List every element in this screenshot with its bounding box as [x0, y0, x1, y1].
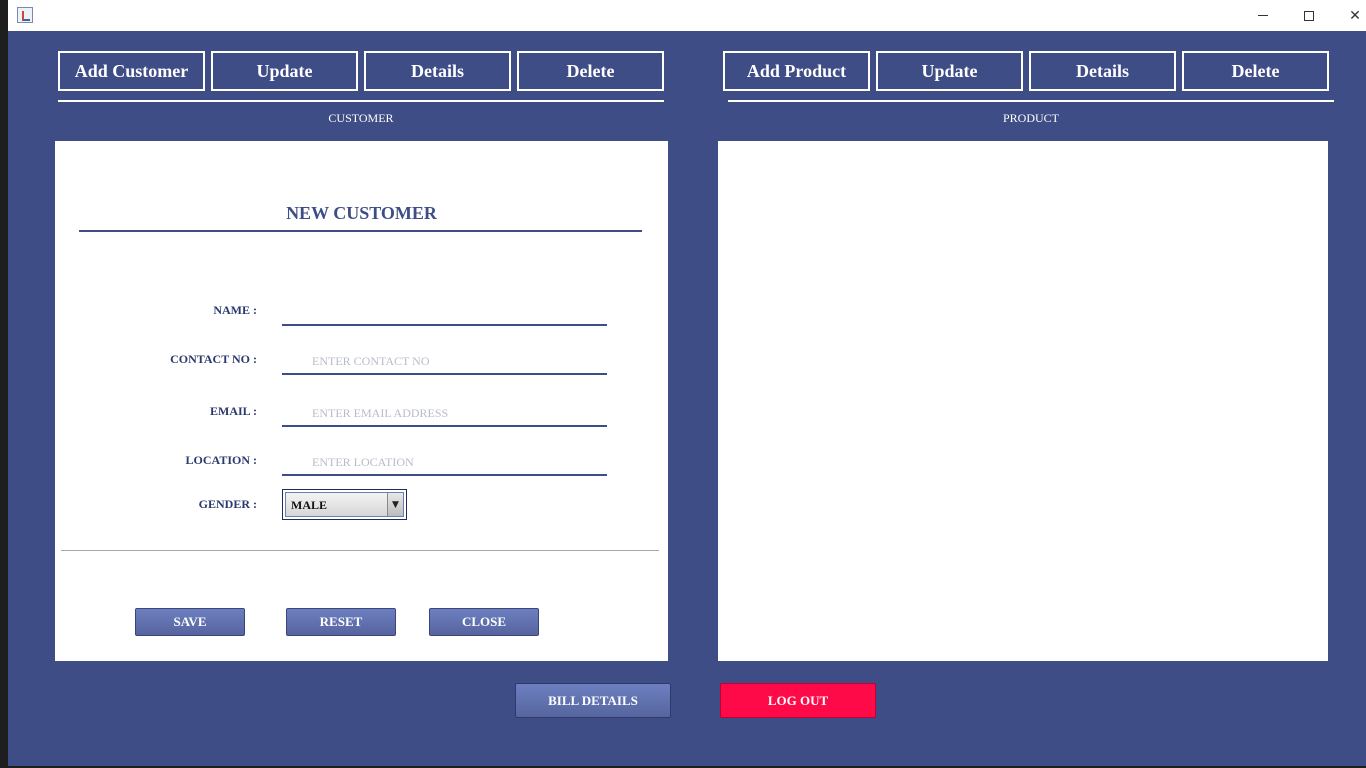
delete-product-button[interactable]: Delete [1182, 51, 1329, 91]
form-title-rule [79, 230, 642, 232]
product-details-button[interactable]: Details [1029, 51, 1176, 91]
minimize-icon [1258, 15, 1268, 16]
contact-field[interactable] [282, 349, 607, 375]
gender-select[interactable]: MALE ▼ [282, 489, 407, 520]
product-tabs-rule [728, 100, 1334, 102]
gender-label: GENDER : [198, 497, 257, 511]
reset-button[interactable]: RESET [286, 608, 396, 636]
close-icon: ✕ [1349, 7, 1361, 24]
location-label: LOCATION : [185, 453, 257, 467]
gender-value: MALE [291, 498, 327, 512]
update-product-button[interactable]: Update [876, 51, 1023, 91]
name-label: NAME : [213, 303, 257, 317]
form-title: NEW CUSTOMER [286, 203, 437, 223]
customer-tabs-rule [58, 100, 664, 102]
name-field[interactable] [282, 300, 607, 326]
java-app-icon [17, 7, 33, 23]
product-panel [718, 141, 1328, 661]
location-field[interactable] [282, 450, 607, 476]
email-field[interactable] [282, 401, 607, 427]
customer-details-button[interactable]: Details [364, 51, 511, 91]
email-label: EMAIL : [209, 404, 257, 418]
product-section-label: PRODUCT [1002, 111, 1059, 125]
close-window-button[interactable]: ✕ [1332, 0, 1366, 31]
add-customer-button[interactable]: Add Customer [58, 51, 205, 91]
chevron-down-icon[interactable]: ▼ [387, 493, 403, 516]
minimize-button[interactable] [1240, 0, 1286, 31]
logout-button[interactable]: LOG OUT [720, 683, 876, 718]
close-form-button[interactable]: CLOSE [429, 608, 539, 636]
main-frame: Add Customer Update Details Delete CUSTO… [8, 31, 1366, 766]
customer-section-label: CUSTOMER [328, 111, 394, 125]
form-divider [61, 550, 659, 551]
maximize-icon [1304, 10, 1314, 21]
bill-details-button[interactable]: BILL DETAILS [515, 683, 671, 718]
customer-form-panel: NEW CUSTOMER NAME : CONTACT NO : EMAIL :… [55, 141, 668, 661]
add-product-button[interactable]: Add Product [723, 51, 870, 91]
save-button[interactable]: SAVE [135, 608, 245, 636]
gender-select-box: MALE ▼ [285, 492, 404, 517]
update-customer-button[interactable]: Update [211, 51, 358, 91]
contact-label: CONTACT NO : [170, 352, 257, 366]
title-bar: ✕ [8, 0, 1366, 31]
delete-customer-button[interactable]: Delete [517, 51, 664, 91]
maximize-button[interactable] [1286, 0, 1332, 31]
